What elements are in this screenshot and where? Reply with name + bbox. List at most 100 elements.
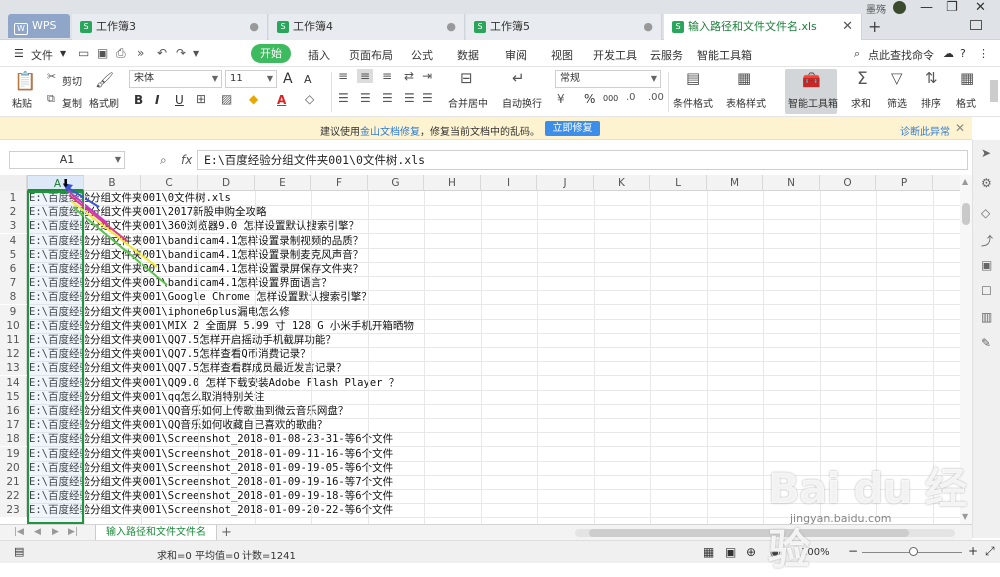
row-header[interactable]: 9 <box>0 304 27 319</box>
restore-icon[interactable]: ❐ <box>946 0 958 15</box>
new-tab-button[interactable]: + <box>868 17 881 36</box>
tab-home[interactable]: 开始 <box>251 44 291 63</box>
table-style-button[interactable]: 表格样式 <box>726 95 766 110</box>
font-color-icon[interactable]: A <box>277 93 286 107</box>
format-painter-button[interactable]: 格式刷 <box>89 95 119 110</box>
thousands-button[interactable]: 000 <box>603 94 618 103</box>
clear-icon[interactable]: ◇ <box>305 92 314 106</box>
row-header[interactable]: 22 <box>0 489 27 504</box>
align-right-icon[interactable]: ☰ <box>382 91 393 105</box>
conditional-format-button[interactable]: 条件格式 <box>673 95 713 110</box>
row-header[interactable]: 5 <box>0 247 27 262</box>
underline-button[interactable]: U <box>175 93 184 107</box>
search-icon[interactable]: ⌕ <box>854 47 860 61</box>
hamburger-icon[interactable]: ☰ <box>14 47 24 60</box>
font-shrink-button[interactable]: A <box>304 73 312 86</box>
scissors-icon[interactable]: ✂ <box>47 70 56 83</box>
open-folder-icon[interactable]: ▭ <box>78 46 89 60</box>
next-sheet-icon[interactable]: ▶ <box>52 527 59 537</box>
row-header[interactable]: 1 <box>0 191 27 205</box>
paste-icon[interactable]: 📋 <box>14 71 36 92</box>
fill-color-icon[interactable]: ◆ <box>249 92 258 106</box>
tab-developer[interactable]: 开发工具 <box>593 47 637 63</box>
tab-insert[interactable]: 插入 <box>308 47 330 63</box>
decrease-decimal-icon[interactable]: .00 <box>648 92 664 103</box>
minimize-icon[interactable]: — <box>920 0 933 15</box>
row-header[interactable]: 14 <box>0 375 27 390</box>
macro-icon[interactable]: ▤ <box>14 545 24 558</box>
cell-name-box[interactable]: A1 ▼ <box>9 151 125 169</box>
diagnose-link[interactable]: 诊断此异常 <box>900 123 950 138</box>
column-header-l[interactable]: L <box>650 175 707 191</box>
save-icon[interactable]: ▣ <box>97 46 108 60</box>
indent-icon[interactable]: ⇥ <box>422 69 432 83</box>
page-break-view-icon[interactable]: ▣ <box>725 545 736 559</box>
help-icon[interactable]: ? <box>960 47 966 60</box>
format-icon[interactable]: ▦ <box>960 69 974 87</box>
align-bottom-icon[interactable]: ≡ <box>382 69 392 83</box>
tab-workbook5[interactable]: S 工作簿5 ● <box>466 14 662 40</box>
copy-button[interactable]: 复制 <box>62 95 82 110</box>
close-window-icon[interactable]: ✕ <box>975 0 986 15</box>
backup-icon[interactable]: ▣ <box>981 258 992 272</box>
row-header[interactable]: 2 <box>0 205 27 220</box>
tab-review[interactable]: 审阅 <box>505 47 527 63</box>
font-size-select[interactable]: 11 ▼ <box>225 70 277 88</box>
column-header-j[interactable]: J <box>537 175 594 191</box>
last-sheet-icon[interactable]: ▶| <box>68 527 78 537</box>
chevron-down-icon[interactable]: ▼ <box>60 49 66 58</box>
layout-panel-icon[interactable] <box>970 20 982 30</box>
column-header-k[interactable]: K <box>594 175 650 191</box>
cursor-icon[interactable]: ➤ <box>981 146 991 160</box>
format-painter-icon[interactable]: 🖌 <box>95 71 114 89</box>
row-header[interactable]: 10 <box>0 318 27 333</box>
smart-toolbox-panel[interactable]: 🧰 智能工具箱 <box>785 69 838 114</box>
row-header[interactable]: 16 <box>0 404 27 418</box>
filter-icon[interactable]: ▽ <box>891 69 903 87</box>
distribute-icon[interactable]: ☰ <box>422 91 433 105</box>
formula-input[interactable]: E:\百度经验分组文件夹001\0文件树.xls <box>197 150 968 170</box>
currency-icon[interactable]: ¥ <box>557 92 565 106</box>
scroll-thumb[interactable] <box>962 203 970 225</box>
normal-view-icon[interactable]: ▦ <box>703 545 714 559</box>
align-middle-icon[interactable]: ≡ <box>357 69 374 83</box>
border-icon[interactable]: ⊞ <box>196 92 206 106</box>
align-top-icon[interactable]: ≡ <box>338 69 348 83</box>
paste-button[interactable]: 粘贴 <box>12 95 32 110</box>
auto-wrap-button[interactable]: 自动换行 <box>502 95 542 110</box>
tab-cloud[interactable]: 云服务 <box>650 47 683 63</box>
more-options-icon[interactable]: ⋮ <box>978 47 989 60</box>
align-center-icon[interactable]: ☰ <box>360 91 371 105</box>
select-all-corner[interactable] <box>0 175 27 191</box>
close-icon[interactable]: ✕ <box>842 14 853 40</box>
cut-button[interactable]: 剪切 <box>62 73 82 88</box>
menu-file[interactable]: 文件 <box>31 47 53 63</box>
tab-smart-toolbox[interactable]: 智能工具箱 <box>697 47 752 63</box>
add-sheet-button[interactable]: + <box>221 525 232 540</box>
italic-button[interactable]: I <box>155 93 159 107</box>
column-header-d[interactable]: D <box>198 175 255 191</box>
wps-home-tab[interactable]: W WPS <box>8 14 70 38</box>
table-style-icon[interactable]: ▦ <box>737 69 751 87</box>
tab-page-layout[interactable]: 页面布局 <box>349 47 393 63</box>
row-header[interactable]: 19 <box>0 446 27 461</box>
row-header[interactable]: 12 <box>0 347 27 362</box>
row-header[interactable]: 3 <box>0 219 27 234</box>
close-icon[interactable]: ✕ <box>955 121 965 135</box>
chart-icon[interactable]: ▥ <box>981 310 992 324</box>
row-header[interactable]: 18 <box>0 432 27 447</box>
row-header[interactable]: 13 <box>0 361 27 376</box>
row-header[interactable]: 20 <box>0 460 27 475</box>
repair-link[interactable]: 金山文档修复 <box>360 127 420 138</box>
format-button[interactable]: 格式 <box>956 95 976 110</box>
row-header[interactable]: 4 <box>0 233 27 248</box>
tab-formulas[interactable]: 公式 <box>411 47 433 63</box>
shapes-icon[interactable]: ◇ <box>981 206 990 220</box>
more-icon[interactable]: » <box>137 46 144 60</box>
percent-button[interactable]: % <box>584 92 595 106</box>
inbox-icon[interactable]: ☐ <box>981 284 992 298</box>
row-header[interactable]: 17 <box>0 418 27 433</box>
sum-icon[interactable]: Σ <box>857 69 868 89</box>
copy-icon[interactable]: ⧉ <box>47 92 55 106</box>
column-header-g[interactable]: G <box>368 175 424 191</box>
